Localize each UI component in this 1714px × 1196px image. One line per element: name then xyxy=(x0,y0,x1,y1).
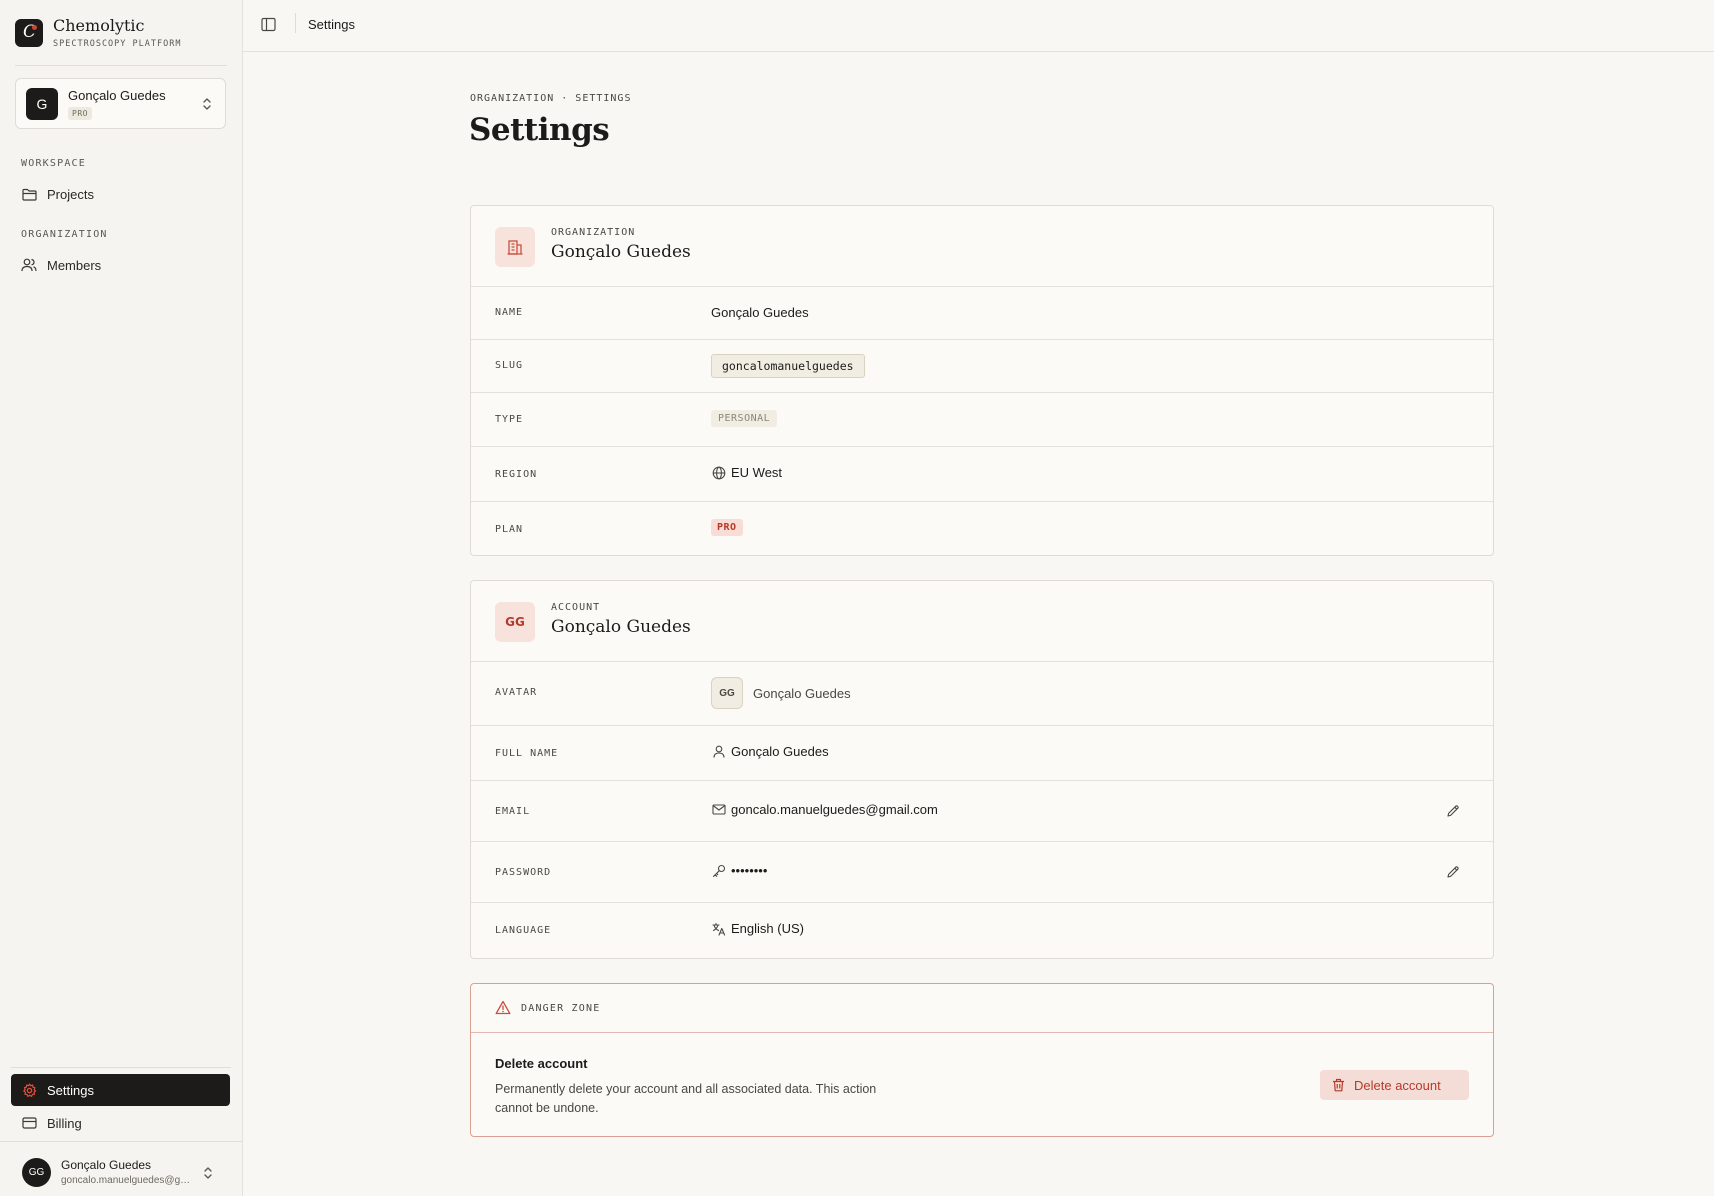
sidebar-item-label: Projects xyxy=(47,186,94,202)
brand-logo: C xyxy=(15,19,43,47)
globe-icon xyxy=(711,465,726,480)
card-kicker: ACCOUNT xyxy=(551,602,601,613)
org-switcher[interactable]: G Gonçalo Guedes PRO xyxy=(15,78,226,129)
building-icon xyxy=(495,227,535,267)
sidebar-item-label: Members xyxy=(47,257,102,273)
credit-card-icon xyxy=(21,1115,37,1131)
org-switcher-name: Gonçalo Guedes xyxy=(68,88,166,103)
language-value: English (US) xyxy=(731,921,804,936)
row-label: FULL NAME xyxy=(495,748,559,759)
topbar: Settings xyxy=(243,0,1714,52)
setting-row-type: TYPE PERSONAL xyxy=(471,393,1493,447)
divider xyxy=(15,65,227,66)
row-label: PLAN xyxy=(495,524,524,535)
folder-icon xyxy=(21,186,37,202)
divider xyxy=(0,1141,242,1142)
sidebar-item-billing[interactable]: Billing xyxy=(11,1107,230,1139)
divider xyxy=(295,13,296,33)
row-label: REGION xyxy=(495,469,538,480)
delete-account-label: Delete account xyxy=(1354,1077,1441,1093)
setting-row-slug: SLUG goncalomanuelguedes xyxy=(471,340,1493,393)
setting-row-password: PASSWORD •••••••• xyxy=(471,842,1493,903)
sidebar: C Chemolytic SPECTROSCOPY PLATFORM G Gon… xyxy=(0,0,243,1196)
danger-zone: DANGER ZONE Delete account Permanently d… xyxy=(470,983,1494,1137)
brand-name: Chemolytic xyxy=(53,16,145,35)
region-value: EU West xyxy=(731,465,783,480)
setting-row-email: EMAIL goncalo.manuelguedes@gmail.com xyxy=(471,781,1493,842)
edit-email-button[interactable] xyxy=(1443,801,1463,821)
setting-row-region: REGION EU West xyxy=(471,447,1493,502)
avatar: GG xyxy=(22,1158,51,1187)
chevron-up-down-icon xyxy=(202,1165,214,1181)
account-card: GG ACCOUNT Gonçalo Guedes AVATAR GG Gonç… xyxy=(470,580,1494,959)
delete-account-button[interactable]: Delete account xyxy=(1320,1070,1469,1100)
trash-icon xyxy=(1332,1078,1345,1092)
row-label: SLUG xyxy=(495,360,524,371)
section-label-workspace: WORKSPACE xyxy=(21,158,86,169)
avatar-name: Gonçalo Guedes xyxy=(753,685,851,701)
plan-badge: PRO xyxy=(68,107,92,120)
users-icon xyxy=(21,257,37,273)
chevron-up-down-icon xyxy=(201,96,213,112)
setting-row-name: NAME Gonçalo Guedes xyxy=(471,287,1493,340)
plan-badge: PRO xyxy=(711,519,743,536)
brand-tagline: SPECTROSCOPY PLATFORM xyxy=(53,39,182,49)
pencil-icon xyxy=(1447,805,1459,817)
row-label: LANGUAGE xyxy=(495,925,552,936)
brand[interactable]: C Chemolytic SPECTROSCOPY PLATFORM xyxy=(15,17,181,49)
account-initials: GG xyxy=(495,602,535,642)
delete-account-title: Delete account xyxy=(495,1056,588,1071)
user-menu[interactable]: GG Gonçalo Guedes goncalo.manuelguedes@g… xyxy=(22,1158,222,1188)
key-icon xyxy=(711,863,726,878)
org-avatar: G xyxy=(26,88,58,120)
card-kicker: ORGANIZATION xyxy=(551,227,636,238)
sidebar-item-settings[interactable]: Settings xyxy=(11,1074,230,1106)
danger-zone-title: DANGER ZONE xyxy=(521,1003,601,1014)
section-label-organization: ORGANIZATION xyxy=(21,229,108,240)
card-title: Gonçalo Guedes xyxy=(551,242,691,262)
card-header: ORGANIZATION Gonçalo Guedes xyxy=(471,206,1493,287)
divider xyxy=(11,1067,231,1068)
sidebar-item-label: Settings xyxy=(47,1082,94,1098)
row-label: PASSWORD xyxy=(495,867,552,878)
user-email: goncalo.manuelguedes@gmail.com xyxy=(61,1175,191,1186)
row-label: NAME xyxy=(495,307,524,318)
avatar[interactable]: GG xyxy=(711,677,743,709)
mail-icon xyxy=(711,802,726,817)
card-header: GG ACCOUNT Gonçalo Guedes xyxy=(471,581,1493,662)
row-label: AVATAR xyxy=(495,687,538,698)
sidebar-toggle-icon[interactable] xyxy=(261,17,276,32)
setting-row-plan: PLAN PRO xyxy=(471,502,1493,555)
password-value: •••••••• xyxy=(731,863,768,878)
email-value: goncalo.manuelguedes@gmail.com xyxy=(731,802,938,817)
delete-account-description: Permanently delete your account and all … xyxy=(495,1082,877,1115)
topbar-title: Settings xyxy=(308,17,355,32)
sidebar-item-members[interactable]: Members xyxy=(11,249,230,281)
warning-icon xyxy=(495,1000,511,1015)
setting-row-full-name: FULL NAME Gonçalo Guedes xyxy=(471,726,1493,781)
gear-icon xyxy=(21,1082,37,1098)
page-title: Settings xyxy=(469,112,610,148)
org-name-value: Gonçalo Guedes xyxy=(711,305,809,320)
row-label: TYPE xyxy=(495,414,524,425)
type-badge: PERSONAL xyxy=(711,410,778,427)
user-name: Gonçalo Guedes xyxy=(61,1158,152,1172)
slug-value: goncalomanuelguedes xyxy=(711,354,865,378)
edit-password-button[interactable] xyxy=(1443,862,1463,882)
setting-row-language: LANGUAGE English (US) xyxy=(471,903,1493,958)
breadcrumb: ORGANIZATION · SETTINGS xyxy=(470,93,632,104)
setting-row-avatar: AVATAR GG Gonçalo Guedes xyxy=(471,662,1493,726)
user-icon xyxy=(711,744,726,759)
sidebar-item-projects[interactable]: Projects xyxy=(11,178,230,210)
translate-icon xyxy=(711,921,726,936)
organization-card: ORGANIZATION Gonçalo Guedes NAME Gonçalo… xyxy=(470,205,1494,556)
sidebar-item-label: Billing xyxy=(47,1115,82,1131)
pencil-icon xyxy=(1447,866,1459,878)
danger-zone-header: DANGER ZONE xyxy=(471,984,1493,1033)
card-title: Gonçalo Guedes xyxy=(551,617,691,637)
row-label: EMAIL xyxy=(495,806,531,817)
full-name-value: Gonçalo Guedes xyxy=(731,744,829,759)
